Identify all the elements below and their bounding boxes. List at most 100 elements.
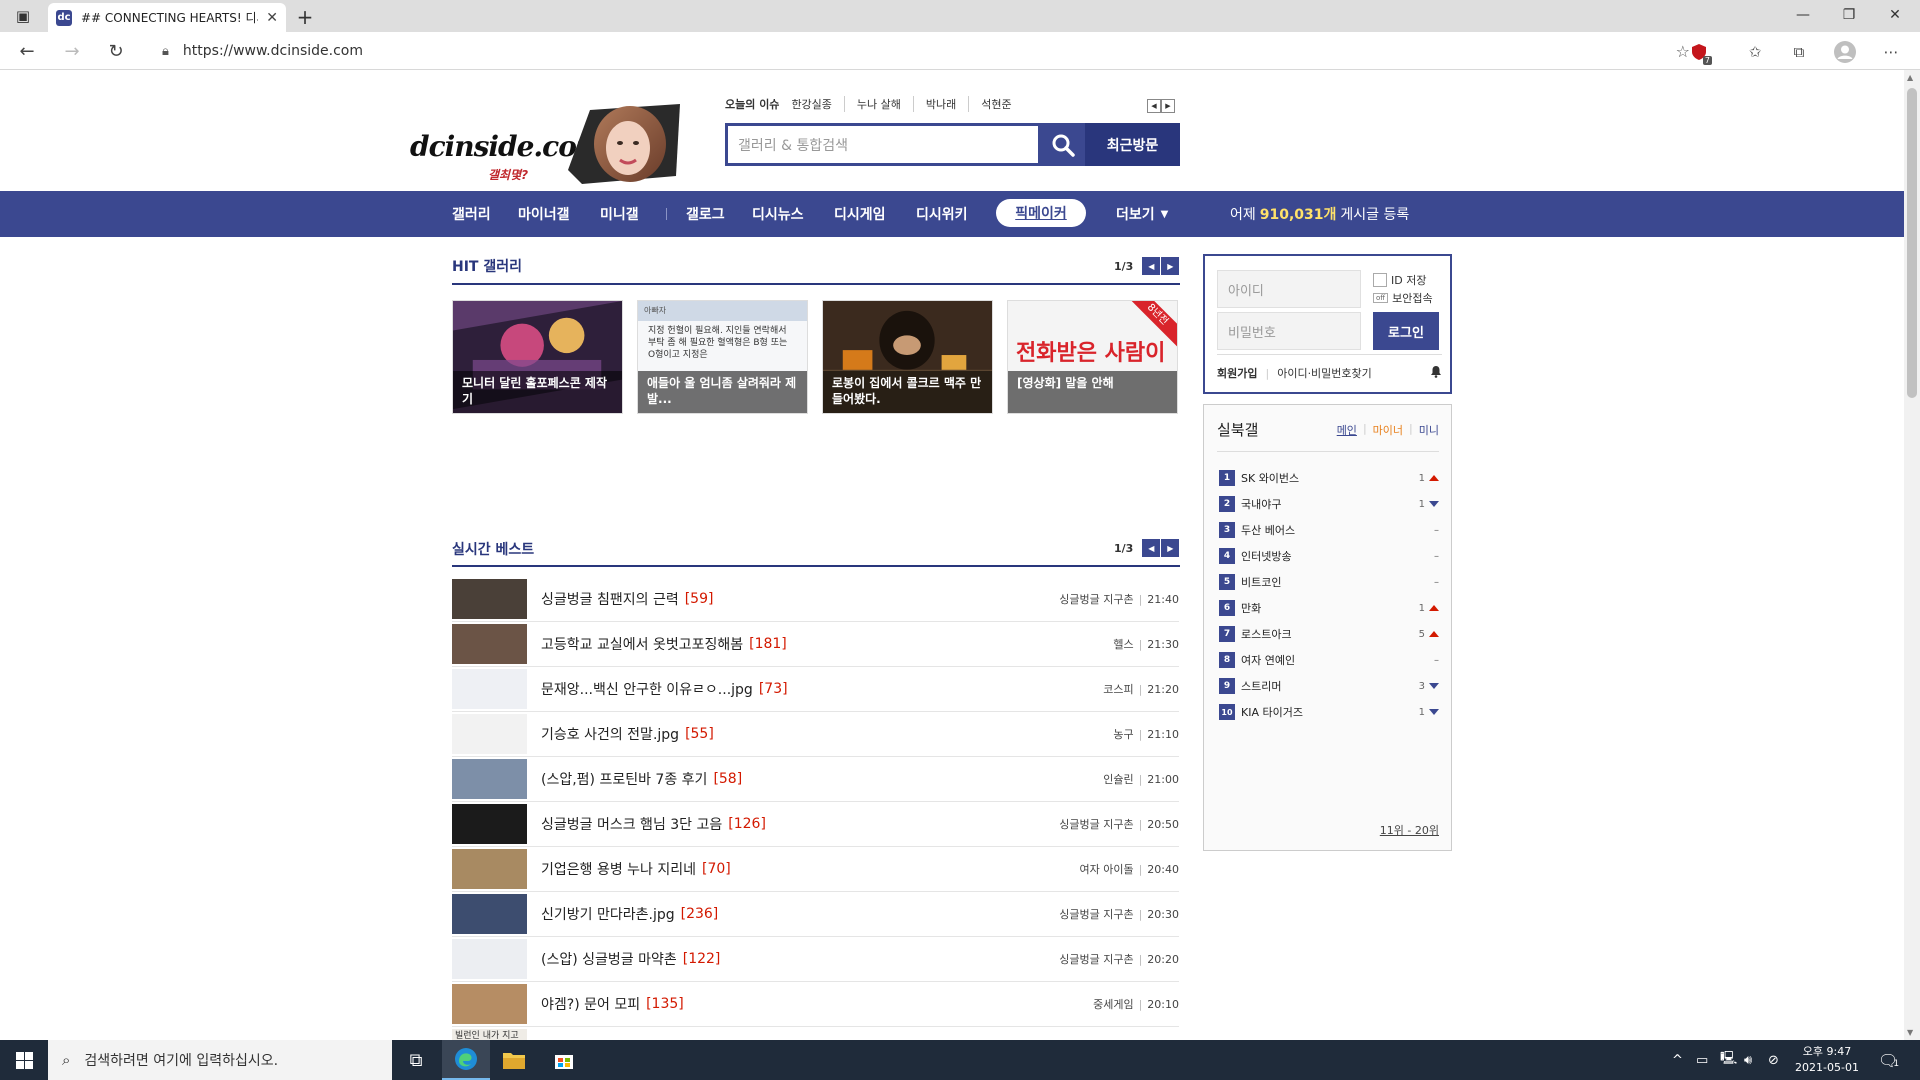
rank-tab-mini[interactable]: 미니 <box>1419 422 1439 438</box>
restore-button[interactable]: ❐ <box>1826 0 1872 30</box>
more-menu-icon[interactable]: ⋯ <box>1880 41 1902 63</box>
rank-item[interactable]: 1 SK 와이번스 1 <box>1219 465 1439 491</box>
hit-prev-icon[interactable]: ◀ <box>1142 257 1161 275</box>
issue-keyword[interactable]: 석현준 <box>968 96 1023 112</box>
scroll-down-icon[interactable]: ▼ <box>1907 1028 1913 1037</box>
best-prev-icon[interactable]: ◀ <box>1142 539 1161 557</box>
best-row[interactable]: 기업은행 용병 누나 지리네 [70] 여자 아이돌 | 20:40 <box>452 847 1179 892</box>
nav-dc-game[interactable]: 디시게임 <box>834 191 886 237</box>
favorites-icon[interactable]: ✩ <box>1744 41 1766 63</box>
best-title[interactable]: 고등학교 교실에서 옷벗고포징해봄 [181] <box>541 622 787 666</box>
rank-item[interactable]: 7 로스트아크 5 <box>1219 621 1439 647</box>
page-scrollbar[interactable]: ▲ ▼ <box>1904 70 1920 1040</box>
best-title[interactable]: 싱글벙글 머스크 햄님 3단 고음 [126] <box>541 802 766 846</box>
bell-icon[interactable] <box>1430 365 1442 381</box>
file-explorer-icon[interactable] <box>490 1040 538 1080</box>
rank-item[interactable]: 5 비트코인 – <box>1219 569 1439 595</box>
gallery-name[interactable]: 싱글벙글 지구촌 <box>1059 951 1133 967</box>
best-title[interactable]: 문재앙...백신 안구한 이유ㄹㅇ...jpg [73] <box>541 667 788 711</box>
rank-tab-main[interactable]: 메인 <box>1337 422 1357 438</box>
password-input[interactable]: 비밀번호 <box>1217 312 1361 350</box>
best-title[interactable]: 기승호 사건의 전말.jpg [55] <box>541 712 714 756</box>
best-row[interactable]: 빌런인 내가 지고 있다니 ...앤비씨 <box>452 1027 1179 1040</box>
nav-dc-news[interactable]: 디시뉴스 <box>752 191 804 237</box>
lock-icon[interactable]: 🔒︎ <box>162 44 169 59</box>
edge-browser-icon[interactable] <box>442 1040 490 1080</box>
extension-shield-icon[interactable]: 7 <box>1688 41 1712 65</box>
new-tab-button[interactable]: + <box>292 4 318 30</box>
best-row[interactable]: 문재앙...백신 안구한 이유ㄹㅇ...jpg [73] 코스피 | 21:20 <box>452 667 1179 712</box>
windows-start-button[interactable] <box>0 1040 48 1080</box>
profile-avatar-icon[interactable] <box>1834 41 1856 63</box>
back-button[interactable]: ← <box>12 37 42 65</box>
issue-keyword[interactable]: 박나래 <box>912 96 968 112</box>
best-title[interactable]: 싱글벙글 침팬지의 근력 [59] <box>541 577 713 621</box>
meet-now-icon[interactable]: ▭ <box>1696 1040 1708 1080</box>
save-id-checkbox[interactable]: ID 저장 <box>1373 272 1426 288</box>
rank-item[interactable]: 10 KIA 타이거즈 1 <box>1219 699 1439 725</box>
store-icon[interactable] <box>540 1040 588 1080</box>
recent-visit-button[interactable]: 최근방문 <box>1085 123 1180 166</box>
rank-item[interactable]: 3 두산 베어스 – <box>1219 517 1439 543</box>
rank-item[interactable]: 9 스트리머 3 <box>1219 673 1439 699</box>
rank-item[interactable]: 8 여자 연예인 – <box>1219 647 1439 673</box>
issue-next-icon[interactable]: ▶ <box>1161 99 1175 113</box>
nav-gallog[interactable]: 갤로그 <box>686 191 725 237</box>
best-row[interactable]: (스압,펌) 프로틴바 7종 후기 [58] 인슐린 | 21:00 <box>452 757 1179 802</box>
ime-status-icon[interactable]: ⊘ <box>1768 1040 1779 1080</box>
network-icon[interactable]: 🖳︎ <box>1720 1040 1737 1080</box>
gallery-name[interactable]: 중세게임 <box>1093 996 1133 1012</box>
gallery-name[interactable]: 싱글벙글 지구촌 <box>1059 816 1133 832</box>
best-title[interactable] <box>541 1027 547 1040</box>
hit-card[interactable]: 로봉이 집에서 콜크르 맥주 만들어봤다. <box>822 300 993 414</box>
gallery-name[interactable]: 싱글벙글 지구촌 <box>1059 591 1133 607</box>
close-tab-icon[interactable]: ✕ <box>266 10 278 26</box>
best-title[interactable]: 신기방기 만다라촌.jpg [236] <box>541 892 718 936</box>
best-title[interactable]: 기업은행 용병 누나 지리네 [70] <box>541 847 731 891</box>
rank-item[interactable]: 4 인터넷방송 – <box>1219 543 1439 569</box>
best-title[interactable]: (스압) 싱글벙글 마약촌 [122] <box>541 937 720 981</box>
tab-actions-icon[interactable]: ▣ <box>0 0 46 32</box>
nav-pickmaker[interactable]: 픽메이커 <box>996 199 1086 227</box>
best-title[interactable]: 야겜?) 문어 모피 [135] <box>541 982 684 1026</box>
best-row[interactable]: 신기방기 만다라촌.jpg [236] 싱글벙글 지구촌 | 20:30 <box>452 892 1179 937</box>
best-row[interactable]: (스압) 싱글벙글 마약촌 [122] 싱글벙글 지구촌 | 20:20 <box>452 937 1179 982</box>
hit-gallery-title[interactable]: HIT 갤러리 <box>452 256 522 276</box>
id-input[interactable]: 아이디 <box>1217 270 1361 308</box>
best-row[interactable]: 싱글벙글 침팬지의 근력 [59] 싱글벙글 지구촌 | 21:40 <box>452 577 1179 622</box>
rank-tab-minor[interactable]: 마이너 <box>1373 422 1403 438</box>
action-center-icon[interactable]: 🗨︎ 1 <box>1878 1040 1899 1080</box>
best-row[interactable]: 기승호 사건의 전말.jpg [55] 농구 | 21:10 <box>452 712 1179 757</box>
issue-keyword[interactable]: 한강실종 <box>791 96 843 112</box>
nav-more[interactable]: 더보기 ▼ <box>1116 191 1168 237</box>
rank-more-link[interactable]: 11위 - 20위 <box>1380 822 1439 838</box>
nav-minor-gallery[interactable]: 마이너갤 <box>518 191 570 237</box>
scroll-thumb[interactable] <box>1907 88 1917 398</box>
minimize-button[interactable]: — <box>1780 0 1826 30</box>
gallery-name[interactable]: 여자 아이돌 <box>1079 861 1133 877</box>
hit-next-icon[interactable]: ▶ <box>1161 257 1180 275</box>
best-row[interactable]: 싱글벙글 머스크 햄님 3단 고음 [126] 싱글벙글 지구촌 | 20:50 <box>452 802 1179 847</box>
refresh-button[interactable]: ↻ <box>101 37 131 65</box>
join-link[interactable]: 회원가입 <box>1217 365 1257 381</box>
search-input[interactable]: 갤러리 & 통합검색 <box>725 123 1041 166</box>
close-window-button[interactable]: ✕ <box>1872 0 1918 30</box>
gallery-name[interactable]: 농구 <box>1113 726 1133 742</box>
secure-login-toggle[interactable]: off 보안접속 <box>1373 290 1433 306</box>
show-hidden-icons-icon[interactable]: ^ <box>1672 1040 1683 1080</box>
nav-mini-gallery[interactable]: 미니갤 <box>600 191 639 237</box>
taskbar-clock[interactable]: 오후 9:47 2021-05-01 <box>1787 1044 1867 1076</box>
best-row[interactable]: 고등학교 교실에서 옷벗고포징해봄 [181] 헬스 | 21:30 <box>452 622 1179 667</box>
forward-button[interactable]: → <box>57 37 87 65</box>
collections-icon[interactable]: ⧉ <box>1788 41 1810 63</box>
issue-prev-icon[interactable]: ◀ <box>1147 99 1161 113</box>
gallery-name[interactable]: 싱글벙글 지구촌 <box>1059 906 1133 922</box>
taskbar-search-input[interactable]: ⌕ 검색하려면 여기에 입력하십시오. <box>48 1040 392 1080</box>
hit-card[interactable]: 아빠자 지정 헌혈이 필요해. 지인들 연락해서 부탁 좀 해 필요한 혈액형은… <box>637 300 808 414</box>
realtime-best-title[interactable]: 실시간 베스트 <box>452 539 534 559</box>
rank-item[interactable]: 6 만화 1 <box>1219 595 1439 621</box>
scroll-up-icon[interactable]: ▲ <box>1907 73 1913 82</box>
rank-item[interactable]: 2 국내야구 1 <box>1219 491 1439 517</box>
task-view-icon[interactable]: ⧉ <box>392 1040 440 1080</box>
hit-card[interactable]: 전화받은 사람이 8년전 [영상화] 말을 안해 <box>1007 300 1178 414</box>
